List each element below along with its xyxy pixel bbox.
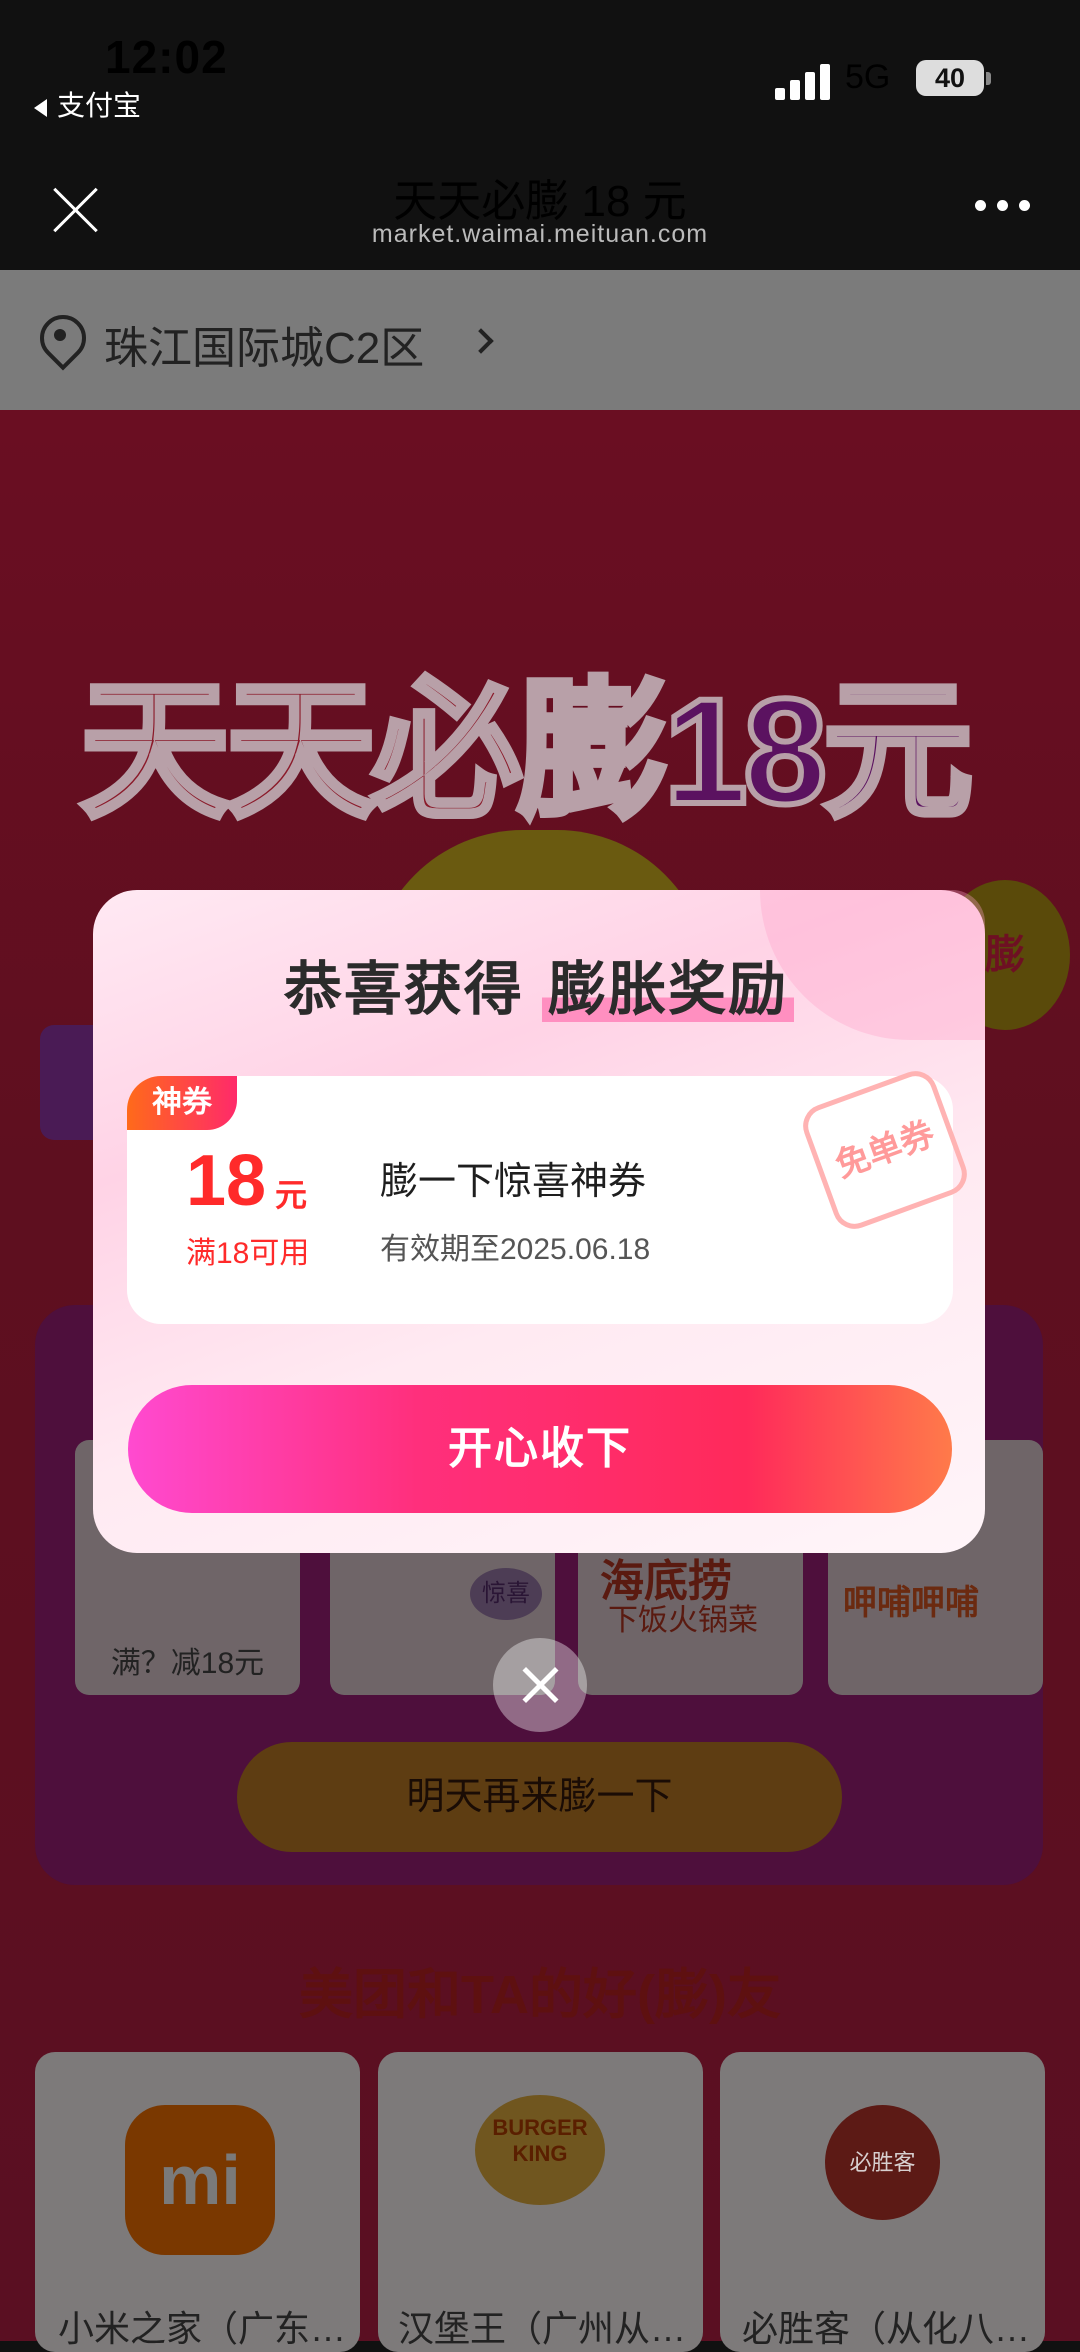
back-triangle-icon: [34, 98, 47, 117]
coupon-tag: 神券: [127, 1076, 237, 1130]
battery-icon: 40: [916, 60, 984, 96]
coupon-condition: 满18可用: [186, 1237, 310, 1270]
pizzahut-logo: 必胜客: [825, 2105, 940, 2220]
friend-name-1: 小米之家（广东…: [58, 2308, 347, 2349]
back-to-app-link[interactable]: 支付宝: [34, 84, 141, 124]
coupon-amount: 18: [186, 1141, 267, 1221]
signal-icon: [775, 62, 831, 100]
accept-button[interactable]: 开心收下: [128, 1385, 952, 1513]
surprise-tag: 惊喜: [470, 1568, 542, 1620]
friends-section-title: 美团和TA的好(膨)友: [299, 1965, 781, 2025]
more-icon[interactable]: [975, 200, 1035, 214]
friend-name-2: 汉堡王（广州从…: [398, 2308, 687, 2349]
modal-title-highlight: 膨胀奖励: [542, 957, 795, 1022]
network-type: 5G: [845, 58, 891, 96]
page-url: market.waimai.meituan.com: [371, 220, 709, 248]
friend-name-3: 必胜客（从化八…: [742, 2308, 1031, 2349]
shop4-brand: 呷哺呷哺: [843, 1584, 979, 1622]
modal-title: 恭喜获得 膨胀奖励: [93, 942, 985, 1026]
shop1-label: 满？减18元: [110, 1647, 265, 1680]
come-back-tomorrow-button[interactable]: 明天再来膨一下: [237, 1742, 842, 1852]
coupon-validity: 有效期至2025.06.18: [380, 1233, 651, 1266]
battery-nub: [986, 72, 991, 85]
burgerking-logo: BURGER KING: [475, 2095, 605, 2205]
shop3-sub: 下饭火锅菜: [608, 1604, 758, 1637]
hero-title-main: 天天必膨: [77, 664, 671, 838]
location-text: 珠江国际城C2区: [104, 324, 425, 373]
hero-title-accent: 18元: [661, 664, 976, 838]
coupon-unit: 元: [275, 1177, 308, 1213]
location-pin-dot: [54, 329, 66, 341]
close-modal-icon[interactable]: [493, 1638, 587, 1732]
status-time: 12:02: [105, 31, 228, 83]
hero-title: 天天必膨18元: [77, 630, 976, 847]
xiaomi-logo: mi: [125, 2105, 275, 2255]
back-app-label: 支付宝: [57, 90, 142, 121]
coupon-name: 膨一下惊喜神券: [380, 1161, 647, 1203]
modal-title-prefix: 恭喜获得: [283, 957, 524, 1022]
